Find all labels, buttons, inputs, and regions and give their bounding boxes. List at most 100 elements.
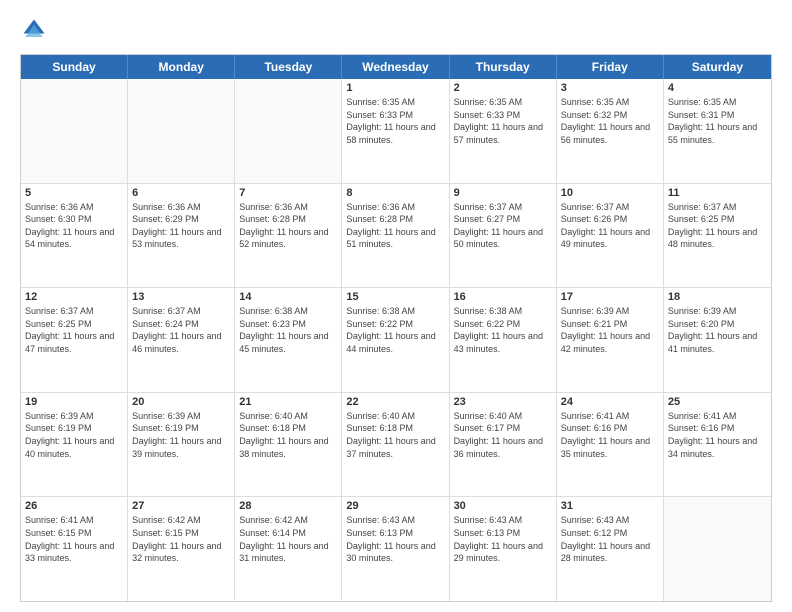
calendar-cell: 27 Sunrise: 6:42 AM Sunset: 6:15 PM Dayli…	[128, 497, 235, 601]
day-number: 1	[346, 82, 444, 94]
calendar-cell	[21, 79, 128, 183]
day-number: 7	[239, 187, 337, 199]
day-number: 13	[132, 291, 230, 303]
calendar-cell: 8Sunrise: 6:36 AM Sunset: 6:28 PM Daylig…	[342, 184, 449, 288]
cell-info: Sunrise: 6:36 AM Sunset: 6:29 PM Dayligh…	[132, 201, 230, 251]
calendar-header: SundayMondayTuesdayWednesdayThursdayFrid…	[21, 55, 771, 79]
weekday-header: Sunday	[21, 55, 128, 79]
cell-info: Sunrise: 6:42 AM Sunset: 6:15 PM Dayligh…	[132, 514, 230, 564]
day-number: 30	[454, 500, 552, 512]
calendar-cell: 31 Sunrise: 6:43 AM Sunset: 6:12 PM Dayli…	[557, 497, 664, 601]
cell-info: Sunrise: 6:38 AM Sunset: 6:22 PM Dayligh…	[346, 305, 444, 355]
day-number: 12	[25, 291, 123, 303]
calendar-cell: 25 Sunrise: 6:41 AM Sunset: 6:16 PM Dayli…	[664, 393, 771, 497]
day-number: 28	[239, 500, 337, 512]
day-number: 23	[454, 396, 552, 408]
cell-info: Sunrise: 6:41 AM Sunset: 6:16 PM Dayligh…	[561, 410, 659, 460]
calendar-cell: 14Sunrise: 6:38 AM Sunset: 6:23 PM Dayli…	[235, 288, 342, 392]
day-number: 2	[454, 82, 552, 94]
calendar-cell: 3 Sunrise: 6:35 AM Sunset: 6:32 PM Daylig…	[557, 79, 664, 183]
calendar-cell: 13 Sunrise: 6:37 AM Sunset: 6:24 PM Dayli…	[128, 288, 235, 392]
calendar-week-row: 19Sunrise: 6:39 AM Sunset: 6:19 PM Dayli…	[21, 393, 771, 498]
weekday-header: Wednesday	[342, 55, 449, 79]
logo	[20, 16, 52, 44]
weekday-header: Saturday	[664, 55, 771, 79]
cell-info: Sunrise: 6:36 AM Sunset: 6:30 PM Dayligh…	[25, 201, 123, 251]
cell-info: Sunrise: 6:37 AM Sunset: 6:27 PM Dayligh…	[454, 201, 552, 251]
cell-info: Sunrise: 6:42 AM Sunset: 6:14 PM Dayligh…	[239, 514, 337, 564]
day-number: 31	[561, 500, 659, 512]
calendar-week-row: 1 Sunrise: 6:35 AM Sunset: 6:33 PM Daylig…	[21, 79, 771, 184]
calendar-cell: 20 Sunrise: 6:39 AM Sunset: 6:19 PM Dayli…	[128, 393, 235, 497]
calendar-cell: 22Sunrise: 6:40 AM Sunset: 6:18 PM Dayli…	[342, 393, 449, 497]
weekday-header: Thursday	[450, 55, 557, 79]
day-number: 6	[132, 187, 230, 199]
day-number: 25	[668, 396, 767, 408]
cell-info: Sunrise: 6:36 AM Sunset: 6:28 PM Dayligh…	[346, 201, 444, 251]
day-number: 27	[132, 500, 230, 512]
calendar-cell: 4 Sunrise: 6:35 AM Sunset: 6:31 PM Daylig…	[664, 79, 771, 183]
cell-info: Sunrise: 6:41 AM Sunset: 6:16 PM Dayligh…	[668, 410, 767, 460]
cell-info: Sunrise: 6:35 AM Sunset: 6:33 PM Dayligh…	[346, 96, 444, 146]
calendar-week-row: 26 Sunrise: 6:41 AM Sunset: 6:15 PM Dayli…	[21, 497, 771, 601]
calendar-cell: 6 Sunrise: 6:36 AM Sunset: 6:29 PM Daylig…	[128, 184, 235, 288]
cell-info: Sunrise: 6:40 AM Sunset: 6:18 PM Dayligh…	[239, 410, 337, 460]
cell-info: Sunrise: 6:37 AM Sunset: 6:25 PM Dayligh…	[668, 201, 767, 251]
weekday-header: Monday	[128, 55, 235, 79]
calendar-cell: 29 Sunrise: 6:43 AM Sunset: 6:13 PM Dayli…	[342, 497, 449, 601]
cell-info: Sunrise: 6:36 AM Sunset: 6:28 PM Dayligh…	[239, 201, 337, 251]
cell-info: Sunrise: 6:37 AM Sunset: 6:26 PM Dayligh…	[561, 201, 659, 251]
cell-info: Sunrise: 6:37 AM Sunset: 6:24 PM Dayligh…	[132, 305, 230, 355]
day-number: 17	[561, 291, 659, 303]
day-number: 24	[561, 396, 659, 408]
calendar-cell: 15 Sunrise: 6:38 AM Sunset: 6:22 PM Dayli…	[342, 288, 449, 392]
calendar-cell: 7 Sunrise: 6:36 AM Sunset: 6:28 PM Daylig…	[235, 184, 342, 288]
page: SundayMondayTuesdayWednesdayThursdayFrid…	[0, 0, 792, 612]
cell-info: Sunrise: 6:43 AM Sunset: 6:13 PM Dayligh…	[454, 514, 552, 564]
weekday-header: Tuesday	[235, 55, 342, 79]
calendar-cell: 2Sunrise: 6:35 AM Sunset: 6:33 PM Daylig…	[450, 79, 557, 183]
day-number: 29	[346, 500, 444, 512]
cell-info: Sunrise: 6:37 AM Sunset: 6:25 PM Dayligh…	[25, 305, 123, 355]
day-number: 18	[668, 291, 767, 303]
cell-info: Sunrise: 6:35 AM Sunset: 6:31 PM Dayligh…	[668, 96, 767, 146]
cell-info: Sunrise: 6:40 AM Sunset: 6:17 PM Dayligh…	[454, 410, 552, 460]
calendar-cell	[664, 497, 771, 601]
cell-info: Sunrise: 6:39 AM Sunset: 6:20 PM Dayligh…	[668, 305, 767, 355]
calendar-cell: 18 Sunrise: 6:39 AM Sunset: 6:20 PM Dayli…	[664, 288, 771, 392]
calendar-cell: 23 Sunrise: 6:40 AM Sunset: 6:17 PM Dayli…	[450, 393, 557, 497]
calendar-cell: 12 Sunrise: 6:37 AM Sunset: 6:25 PM Dayli…	[21, 288, 128, 392]
day-number: 26	[25, 500, 123, 512]
cell-info: Sunrise: 6:39 AM Sunset: 6:21 PM Dayligh…	[561, 305, 659, 355]
day-number: 14	[239, 291, 337, 303]
cell-info: Sunrise: 6:39 AM Sunset: 6:19 PM Dayligh…	[132, 410, 230, 460]
day-number: 3	[561, 82, 659, 94]
calendar-cell: 5 Sunrise: 6:36 AM Sunset: 6:30 PM Daylig…	[21, 184, 128, 288]
day-number: 21	[239, 396, 337, 408]
day-number: 4	[668, 82, 767, 94]
calendar-body: 1 Sunrise: 6:35 AM Sunset: 6:33 PM Daylig…	[21, 79, 771, 601]
cell-info: Sunrise: 6:35 AM Sunset: 6:32 PM Dayligh…	[561, 96, 659, 146]
day-number: 9	[454, 187, 552, 199]
calendar-cell: 21 Sunrise: 6:40 AM Sunset: 6:18 PM Dayli…	[235, 393, 342, 497]
cell-info: Sunrise: 6:39 AM Sunset: 6:19 PM Dayligh…	[25, 410, 123, 460]
calendar-cell: 10 Sunrise: 6:37 AM Sunset: 6:26 PM Dayli…	[557, 184, 664, 288]
weekday-header: Friday	[557, 55, 664, 79]
calendar-cell: 28 Sunrise: 6:42 AM Sunset: 6:14 PM Dayli…	[235, 497, 342, 601]
cell-info: Sunrise: 6:43 AM Sunset: 6:13 PM Dayligh…	[346, 514, 444, 564]
calendar-cell	[128, 79, 235, 183]
calendar-cell: 1 Sunrise: 6:35 AM Sunset: 6:33 PM Daylig…	[342, 79, 449, 183]
day-number: 15	[346, 291, 444, 303]
calendar-cell: 24 Sunrise: 6:41 AM Sunset: 6:16 PM Dayli…	[557, 393, 664, 497]
day-number: 20	[132, 396, 230, 408]
calendar-cell	[235, 79, 342, 183]
cell-info: Sunrise: 6:38 AM Sunset: 6:22 PM Dayligh…	[454, 305, 552, 355]
day-number: 11	[668, 187, 767, 199]
day-number: 10	[561, 187, 659, 199]
cell-info: Sunrise: 6:43 AM Sunset: 6:12 PM Dayligh…	[561, 514, 659, 564]
cell-info: Sunrise: 6:41 AM Sunset: 6:15 PM Dayligh…	[25, 514, 123, 564]
calendar-cell: 11 Sunrise: 6:37 AM Sunset: 6:25 PM Dayli…	[664, 184, 771, 288]
calendar-week-row: 5 Sunrise: 6:36 AM Sunset: 6:30 PM Daylig…	[21, 184, 771, 289]
day-number: 5	[25, 187, 123, 199]
calendar-cell: 19Sunrise: 6:39 AM Sunset: 6:19 PM Dayli…	[21, 393, 128, 497]
